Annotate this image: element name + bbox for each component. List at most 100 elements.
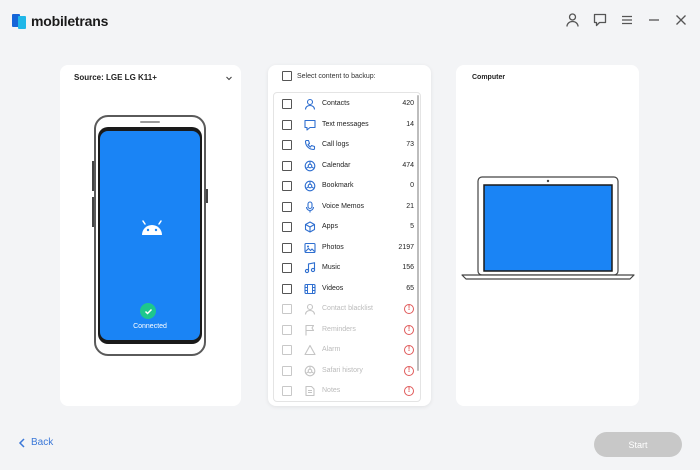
contact-blacklist-icon xyxy=(304,303,316,315)
item-label: Alarm xyxy=(322,346,341,353)
contacts-icon xyxy=(304,98,316,110)
message-icon xyxy=(304,119,316,131)
user-icon[interactable] xyxy=(565,12,580,28)
calendar-icon xyxy=(304,160,316,171)
list-item[interactable]: Text messages 14 xyxy=(274,115,414,135)
item-count: 420 xyxy=(402,100,414,107)
item-checkbox xyxy=(282,386,292,396)
app-title: mobiletrans xyxy=(31,13,109,29)
item-label: Contact blacklist xyxy=(322,305,373,312)
item-label: Apps xyxy=(322,223,338,230)
mobiletrans-logo-icon xyxy=(12,12,28,30)
item-label: Contacts xyxy=(322,100,350,107)
phone-illustration: Connected xyxy=(92,115,208,356)
list-item: Notes! xyxy=(274,381,414,401)
list-item[interactable]: Voice Memos 21 xyxy=(274,197,414,217)
item-checkbox[interactable] xyxy=(282,242,292,253)
android-icon xyxy=(142,220,162,235)
title-bar: mobiletrans xyxy=(0,0,700,44)
list-item: Reminders! xyxy=(274,320,414,340)
list-item[interactable]: Music 156 xyxy=(274,258,414,278)
photo-icon xyxy=(304,242,316,253)
content-selection-panel: Select content to backup: Contacts 420 Tex… xyxy=(268,65,431,406)
start-button[interactable]: Start xyxy=(594,432,682,457)
back-label: Back xyxy=(31,437,54,448)
item-checkbox[interactable] xyxy=(282,222,292,232)
item-checkbox[interactable] xyxy=(282,283,292,294)
item-checkbox xyxy=(282,304,292,314)
warning-icon[interactable]: ! xyxy=(404,304,414,314)
item-label: Call logs xyxy=(322,141,349,148)
item-label: Calendar xyxy=(322,161,351,169)
video-icon xyxy=(304,283,316,294)
list-item[interactable]: Videos 65 xyxy=(274,279,414,299)
list-item[interactable]: Bookmark 0 xyxy=(274,176,414,196)
list-item[interactable]: Calendar 474 xyxy=(274,156,414,176)
item-label: Music xyxy=(322,264,341,271)
select-all-checkbox[interactable] xyxy=(282,71,292,81)
source-panel: Source: LGE LG K11+ Connected xyxy=(60,65,241,406)
alarm-icon xyxy=(304,344,316,356)
select-all-label: Select content to backup: xyxy=(297,72,376,80)
phone-screen: Connected xyxy=(100,131,200,340)
item-count: 14 xyxy=(406,120,414,128)
item-checkbox[interactable] xyxy=(282,263,292,273)
source-device-label: Source: LGE LG K11+ xyxy=(74,73,157,82)
item-count: 21 xyxy=(406,202,414,210)
item-checkbox[interactable] xyxy=(282,201,292,212)
app-logo: mobiletrans xyxy=(12,12,108,30)
connected-check-icon xyxy=(140,303,156,319)
music-icon xyxy=(304,262,316,274)
list-item[interactable]: Apps 5 xyxy=(274,217,414,237)
item-count: 73 xyxy=(406,141,414,148)
menu-icon[interactable] xyxy=(619,12,634,28)
item-count: 0 xyxy=(410,182,414,189)
chevron-down-icon[interactable] xyxy=(225,74,233,82)
item-label: Text messages xyxy=(322,120,369,128)
item-checkbox xyxy=(282,365,292,376)
item-checkbox[interactable] xyxy=(282,99,292,109)
microphone-icon xyxy=(305,200,315,212)
warning-icon[interactable]: ! xyxy=(404,324,414,335)
scrollbar[interactable] xyxy=(417,95,419,371)
warning-icon[interactable]: ! xyxy=(404,345,414,355)
feedback-icon[interactable] xyxy=(592,12,607,28)
flag-icon xyxy=(305,324,315,335)
chevron-left-icon xyxy=(18,437,25,448)
destination-panel: Computer xyxy=(456,65,639,406)
item-checkbox[interactable] xyxy=(282,160,292,171)
list-item: Safari history! xyxy=(274,361,414,381)
phone-icon xyxy=(304,139,316,151)
item-label: Notes xyxy=(322,387,341,394)
item-label: Photos xyxy=(322,243,344,251)
list-item[interactable]: Photos 2197 xyxy=(274,238,414,258)
item-count: 5 xyxy=(410,223,414,230)
item-checkbox xyxy=(282,324,292,335)
apps-icon xyxy=(304,221,316,233)
warning-icon[interactable]: ! xyxy=(404,386,414,396)
minimize-icon[interactable] xyxy=(646,12,661,28)
item-count: 65 xyxy=(406,284,414,292)
list-item[interactable]: Call logs 73 xyxy=(274,135,414,155)
item-label: Videos xyxy=(322,284,344,292)
item-count: 2197 xyxy=(398,243,414,251)
list-item: Contact blacklist! xyxy=(274,299,414,319)
item-label: Voice Memos xyxy=(322,202,365,210)
item-checkbox[interactable] xyxy=(282,140,292,150)
warning-icon[interactable]: ! xyxy=(404,365,414,376)
list-item[interactable]: Contacts 420 xyxy=(274,94,414,114)
notes-icon xyxy=(305,385,315,397)
item-checkbox[interactable] xyxy=(282,119,292,130)
back-button[interactable]: Back xyxy=(18,437,53,448)
item-label: Bookmark xyxy=(322,182,354,189)
item-label: Reminders xyxy=(322,325,356,333)
close-icon[interactable] xyxy=(673,12,688,28)
safari-icon xyxy=(304,365,316,376)
content-list[interactable]: Contacts 420 Text messages 14 Call logs 73 Cal… xyxy=(273,92,421,402)
destination-label: Computer xyxy=(472,74,506,81)
item-checkbox[interactable] xyxy=(282,181,292,191)
list-item: Alarm! xyxy=(274,340,414,360)
bookmark-icon xyxy=(304,180,316,192)
item-count: 474 xyxy=(402,161,414,169)
select-all[interactable]: Select content to backup: xyxy=(282,71,376,81)
